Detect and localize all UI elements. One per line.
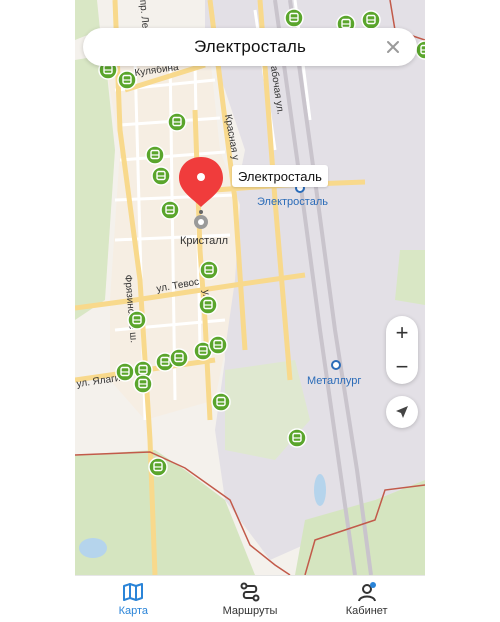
map-app: Кулябина Красная у Рабочая ул. ул. Тевос… — [75, 0, 425, 622]
bus-stop-icon[interactable] — [198, 295, 218, 315]
pond-2 — [314, 474, 326, 506]
station-metallurg-label: Металлург — [307, 375, 361, 387]
bus-stop-icon[interactable] — [287, 428, 307, 448]
close-button[interactable] — [381, 35, 405, 59]
bus-stop-icon[interactable] — [160, 200, 180, 220]
navigation-arrow-icon — [396, 406, 408, 418]
bus-stop-icon[interactable] — [117, 70, 137, 90]
bus-stop-icon[interactable] — [199, 260, 219, 280]
bus-stop-icon[interactable] — [361, 10, 381, 30]
bus-stop-icon[interactable] — [167, 112, 187, 132]
bus-stop-icon[interactable] — [169, 348, 189, 368]
routes-icon — [240, 582, 260, 602]
zoom-controls: + − — [386, 316, 418, 384]
zoom-in-button[interactable]: + — [386, 316, 418, 350]
bus-stop-icon[interactable] — [127, 310, 147, 330]
bottom-navigation: Карта Маршруты Кабинет — [75, 575, 425, 622]
bus-stop-icon[interactable] — [115, 362, 135, 382]
bus-stop-icon[interactable] — [208, 335, 228, 355]
pin-callout-label: Электросталь — [238, 168, 322, 184]
pond — [79, 538, 107, 558]
zoom-out-button[interactable]: − — [386, 350, 418, 384]
bus-stop-icon[interactable] — [145, 145, 165, 165]
nav-item-routes[interactable]: Маршруты — [192, 576, 309, 622]
bus-stop-icon[interactable] — [211, 392, 231, 412]
bus-stop-icon[interactable] — [148, 457, 168, 477]
profile-icon — [357, 582, 376, 602]
nav-label-cabinet: Кабинет — [345, 605, 388, 617]
locate-button[interactable] — [386, 396, 418, 428]
station-electrostal-label: Электросталь — [257, 196, 328, 208]
pin-callout[interactable]: Электросталь — [232, 165, 328, 187]
nav-label-map: Карта — [118, 605, 149, 617]
nav-item-cabinet[interactable]: Кабинет — [308, 576, 425, 622]
nav-label-routes: Маршруты — [222, 605, 278, 617]
map-canvas[interactable]: Кулябина Красная у Рабочая ул. ул. Тевос… — [75, 0, 425, 575]
kristall-label: Кристалл — [180, 235, 228, 247]
search-title: Электросталь — [193, 37, 307, 56]
map-icon — [123, 583, 144, 601]
nav-item-map[interactable]: Карта — [75, 576, 192, 622]
search-bar[interactable]: Электросталь — [83, 28, 417, 66]
bus-stop-icon[interactable] — [133, 374, 153, 394]
park-right — [395, 250, 425, 305]
bus-stop-icon[interactable] — [284, 8, 304, 28]
close-icon — [387, 41, 399, 53]
bus-stop-icon[interactable] — [151, 166, 171, 186]
